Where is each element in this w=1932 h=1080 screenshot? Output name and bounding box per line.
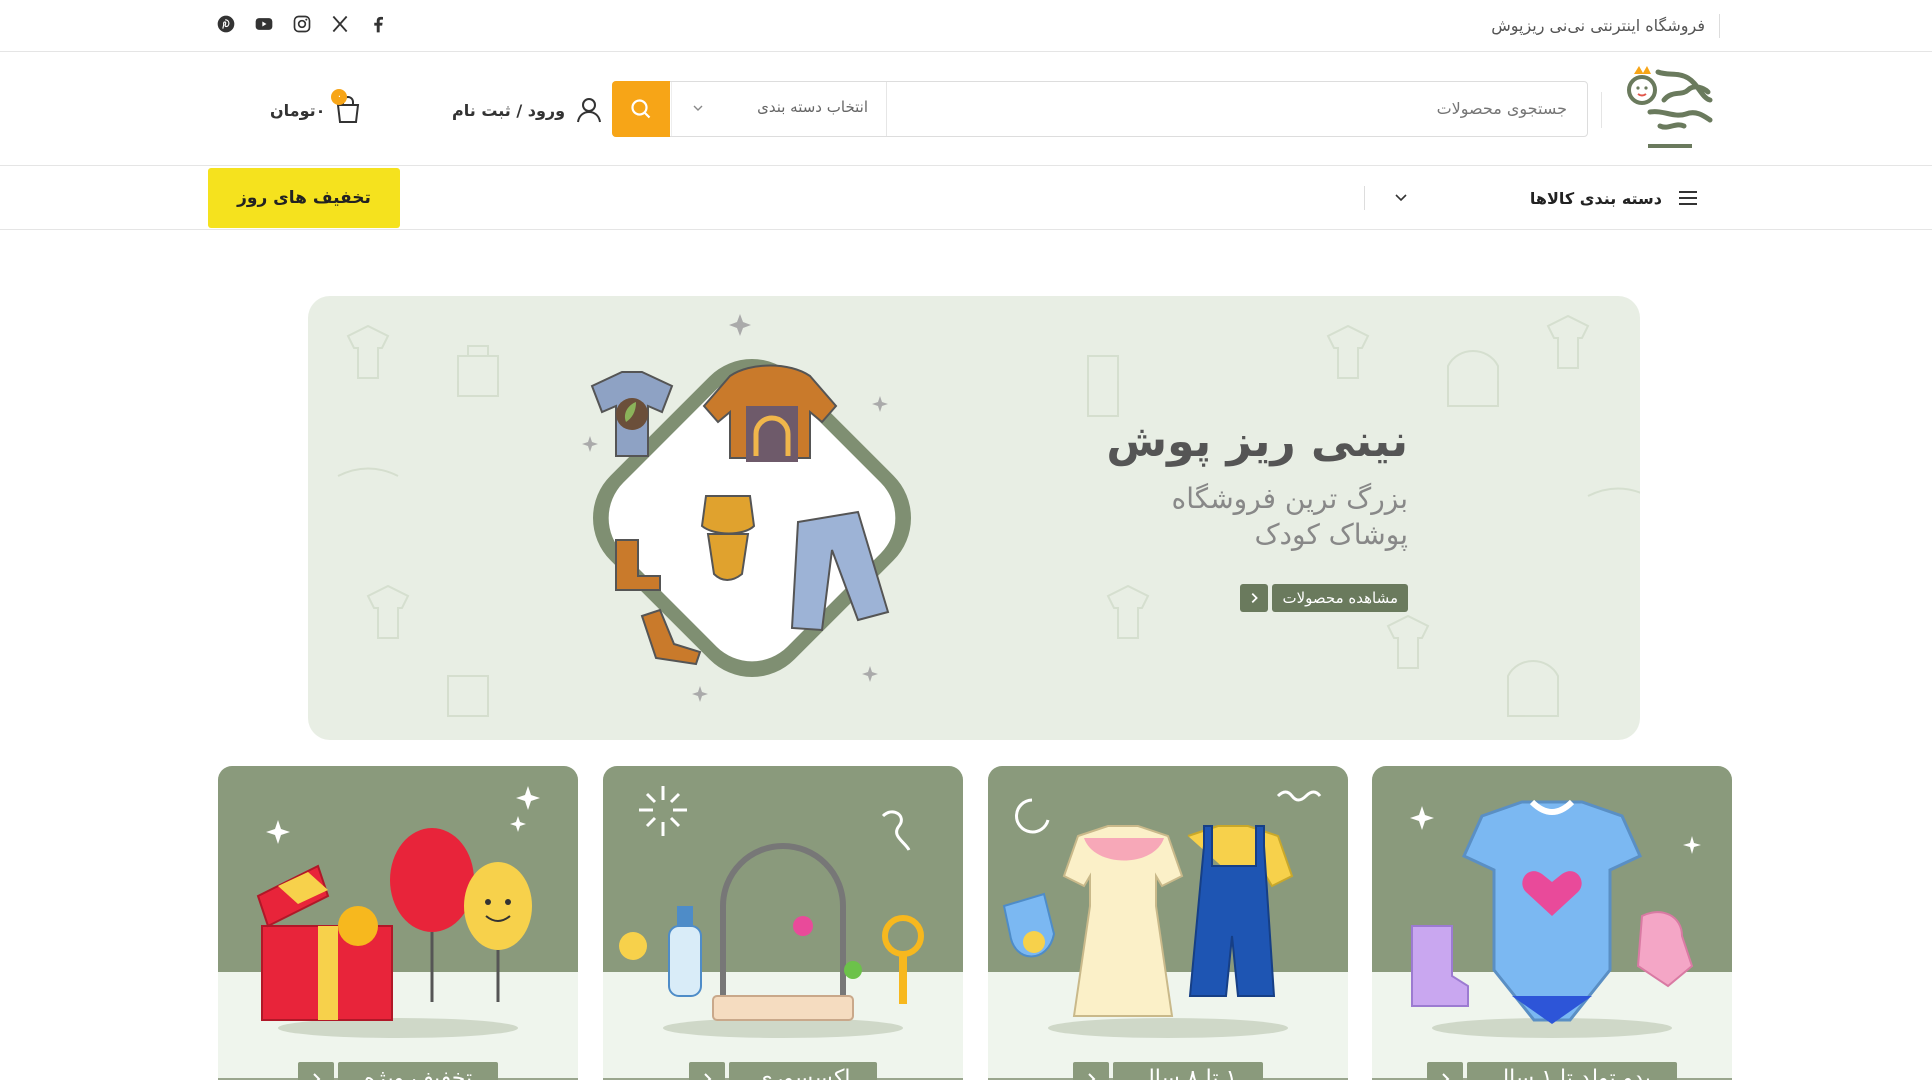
view-products-button[interactable]: مشاهده محصولات (1240, 584, 1408, 612)
hero-clothing-illustration (582, 314, 911, 702)
clothing-pattern-background (337, 314, 1640, 717)
search-input[interactable] (887, 82, 1587, 136)
categories-menu[interactable]: دسته بندی کالاها (1530, 186, 1700, 210)
card-label-group: تخفیف ویژه (218, 1062, 578, 1080)
card-label: اکسسوری (729, 1062, 877, 1080)
store-logo[interactable] (1620, 60, 1720, 156)
card-label: بدو تولد تا ۱ سال (1467, 1062, 1677, 1080)
category-select-label: انتخاب دسته بندی (757, 98, 868, 116)
category-card-special-discount[interactable]: تخفیف ویژه (218, 766, 578, 1080)
user-icon (577, 98, 602, 123)
x-icon[interactable] (328, 12, 352, 36)
hamburger-icon (1679, 191, 1697, 205)
view-products-label: مشاهده محصولات (1272, 584, 1408, 612)
category-card-newborn[interactable]: بدو تولد تا ۱ سال (1372, 766, 1732, 1080)
card-label-group: بدو تولد تا ۱ سال (1372, 1062, 1732, 1080)
hero-subtitle-line2: پوشاک کودک (1254, 518, 1408, 551)
hero-subtitle-line1: بزرگ ترین فروشگاه (1171, 482, 1408, 515)
social-links (214, 12, 390, 36)
nav-divider (1364, 186, 1365, 210)
chevron-down-icon[interactable] (1392, 188, 1410, 206)
nav-bar: دسته بندی کالاها تخفیف های روز (0, 166, 1932, 230)
header: انتخاب دسته بندی ورود / ثبت نام ۰تومان ۰ (0, 52, 1932, 166)
chevron-right-icon (1240, 584, 1269, 612)
chevron-down-icon (693, 105, 703, 111)
category-select[interactable]: انتخاب دسته بندی (671, 82, 887, 136)
cart-total: ۰تومان (270, 100, 326, 120)
chevron-right-icon (689, 1062, 726, 1080)
daily-deals-button[interactable]: تخفیف های روز (208, 168, 400, 228)
category-card-1-to-8-years[interactable]: ۱ تا ۸ سال (988, 766, 1348, 1080)
card-label-group: ۱ تا ۸ سال (988, 1062, 1348, 1080)
chevron-right-icon (1427, 1062, 1464, 1080)
discount-gift-illustration (256, 786, 540, 1038)
baby-onesie-illustration (1410, 799, 1701, 1038)
cart-button[interactable]: ۰تومان ۰ (270, 89, 363, 128)
chevron-right-icon (1072, 1062, 1109, 1080)
pinterest-icon[interactable] (214, 12, 238, 36)
store-tagline: فروشگاه اینترنتی نی‌نی ریزپوش (1491, 14, 1720, 38)
search-button[interactable] (612, 81, 670, 137)
page: فروشگاه اینترنتی نی‌نی ریزپوش (0, 0, 1932, 1080)
hero-title: نینی ریز پوش (1106, 416, 1408, 467)
card-label-group: اکسسوری (603, 1062, 963, 1080)
card-label: تخفیف ویژه (337, 1062, 499, 1080)
instagram-icon[interactable] (290, 12, 314, 36)
category-card-accessories[interactable]: اکسسوری (603, 766, 963, 1080)
logo-divider (1601, 92, 1602, 128)
login-label: ورود / ثبت نام (452, 100, 566, 120)
facebook-icon[interactable] (366, 12, 390, 36)
hero-banner: نینی ریز پوش بزرگ ترین فروشگاه پوشاک کود… (308, 296, 1640, 740)
categories-menu-label: دسته بندی کالاها (1529, 188, 1662, 208)
search-icon (631, 99, 651, 119)
shopping-bag-icon: ۰ (331, 89, 363, 125)
baby-accessories-illustration (619, 786, 924, 1038)
top-bar: فروشگاه اینترنتی نی‌نی ریزپوش (0, 0, 1932, 52)
youtube-icon[interactable] (252, 12, 276, 36)
chevron-right-icon (297, 1062, 334, 1080)
kids-clothes-illustration (1002, 790, 1322, 1038)
login-link[interactable]: ورود / ثبت نام (452, 94, 603, 126)
search-bar: انتخاب دسته بندی (612, 81, 1588, 137)
card-label: ۱ تا ۸ سال (1112, 1062, 1264, 1080)
